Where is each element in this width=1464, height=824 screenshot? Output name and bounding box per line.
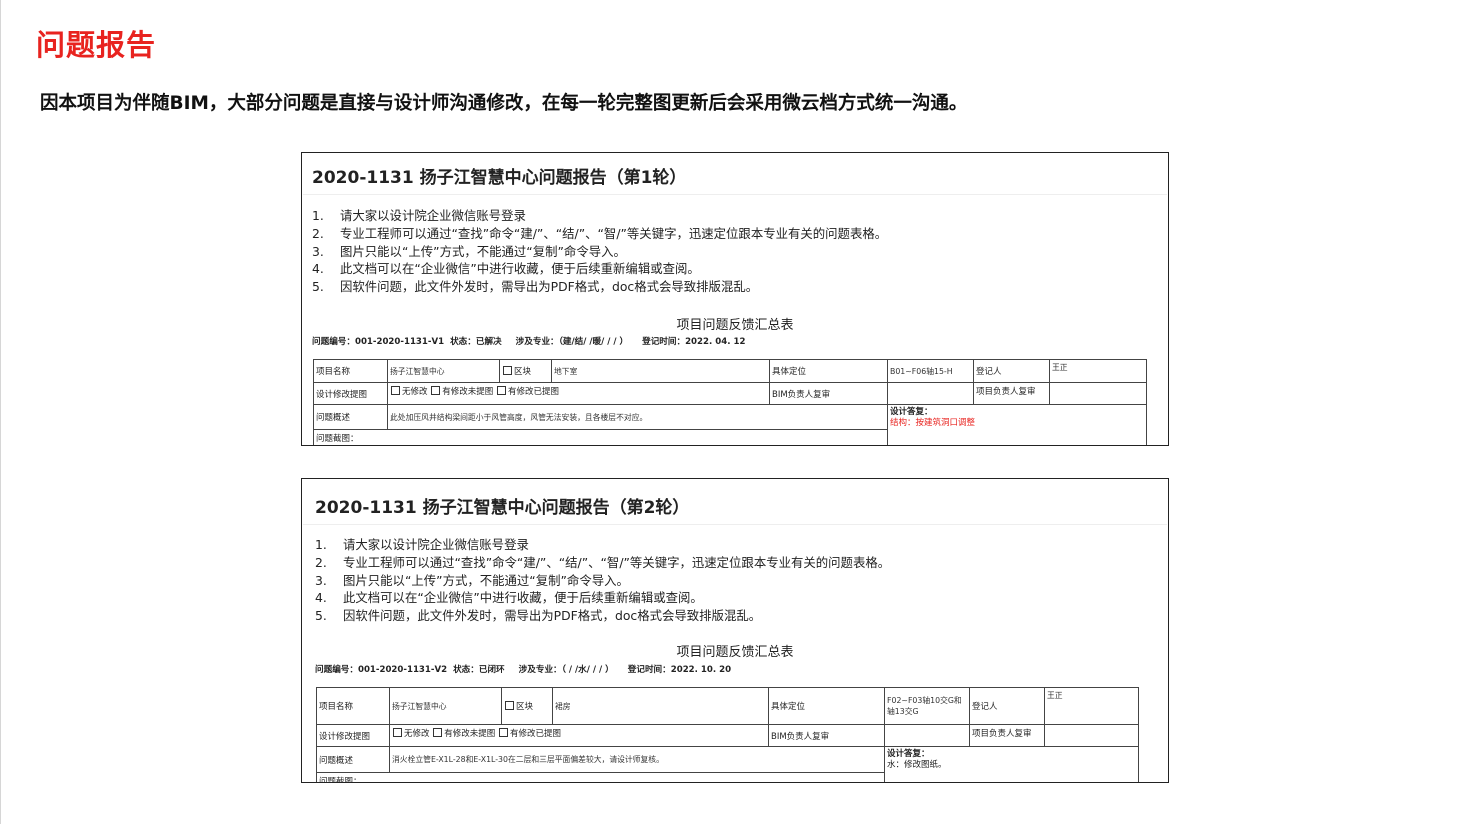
table-row: 设计修改提图 无修改 有修改未提图 有修改已提图 BIM负责人复审 项目负责人复… <box>313 382 1147 405</box>
page-subtitle: 因本项目为伴随BIM，大部分问题是直接与设计师沟通修改，在每一轮完整图更新后会采… <box>40 93 968 114</box>
zone-checkbox-cell[interactable]: 区块 <box>499 359 552 383</box>
report-screenshot-round-1: 2020-1131 扬子江智慧中心问题报告（第1轮） 1. 请大家以设计院企业微信… <box>301 152 1169 446</box>
design-reply-label: 设计答复： <box>890 407 933 417</box>
instruction-item: 3. 图片只能以“上传”方式，不能通过“复制”命令导入。 <box>315 572 629 588</box>
instruction-item: 4. 此文档可以在“企业微信”中进行收藏，便于后续重新编辑或查阅。 <box>315 590 703 606</box>
project-name-label: 项目名称 <box>316 687 390 725</box>
pm-review-value[interactable] <box>1049 382 1147 405</box>
location-label: 具体定位 <box>769 359 888 383</box>
issue-number: 问题编号：001-2020-1131-V2 <box>315 665 448 675</box>
page-title: 问题报告 <box>36 28 157 62</box>
instruction-item: 1. 请大家以设计院企业微信账号登录 <box>312 208 526 223</box>
pm-review-label: 项目负责人复审 <box>969 724 1045 747</box>
table-row: 项目名称 扬子江智慧中心 区块 裙房 具体定位 F02~F03轴10交G和轴13… <box>316 687 1139 725</box>
table-row: 问题概述 消火栓立管E-X1L-28和E-X1L-30在二层和三层平面偏差较大，… <box>316 746 1139 782</box>
report-screenshot-round-2: 2020-1131 扬子江智慧中心问题报告（第2轮） 1. 请大家以设计院企业微信… <box>301 478 1169 783</box>
instruction-list: 1. 请大家以设计院企业微信账号登录 2. 专业工程师可以通过“查找”命令“建/”、… <box>312 207 887 296</box>
instruction-item: 5. 因软件问题，此文件外发时，需导出为PDF格式，doc格式会导致排版混乱。 <box>312 279 759 295</box>
checkbox-icon[interactable] <box>433 728 443 737</box>
issue-table: 项目名称 扬子江智慧中心 区块 裙房 具体定位 F02~F03轴10交G和轴13… <box>316 687 1139 782</box>
design-mod-options[interactable]: 无修改 有修改未提图 有修改已提图 <box>389 724 769 747</box>
design-mod-label: 设计修改提图 <box>316 724 390 747</box>
registrar-label: 登记人 <box>969 687 1045 725</box>
table-row: 项目名称 扬子江智慧中心 区块 地下室 具体定位 B01~F06轴15-H 登记… <box>313 359 1147 383</box>
screenshot-label: 问题截图： <box>313 429 888 445</box>
instruction-item: 4. 此文档可以在“企业微信”中进行收藏，便于后续重新编辑或查阅。 <box>312 261 700 277</box>
issue-meta-line: 问题编号：001-2020-1131-V1 状态：已解决 涉及专业：（建/结/ /暖… <box>312 335 759 347</box>
checkbox-icon[interactable] <box>393 728 402 737</box>
issue-table: 项目名称 扬子江智慧中心 区块 地下室 具体定位 B01~F06轴15-H 登记… <box>313 359 1147 445</box>
location-value[interactable]: B01~F06轴15-H <box>887 359 974 383</box>
registrar-label: 登记人 <box>973 359 1050 383</box>
checkbox-icon[interactable] <box>391 386 400 395</box>
zone-checkbox-cell[interactable]: 区块 <box>501 687 553 725</box>
pm-review-value[interactable] <box>1044 724 1139 747</box>
instruction-item: 2. 专业工程师可以通过“查找”命令“建/”、“结/”、“智/”等关键字，迅速定位… <box>315 554 891 570</box>
registrar-value[interactable]: 王正 <box>1044 687 1139 725</box>
report-title: 2020-1131 扬子江智慧中心问题报告（第1轮） <box>312 168 687 188</box>
summary-value[interactable]: 此处加压风井结构梁间距小于风管高度，风管无法安装，且各楼层不对应。 <box>387 404 888 430</box>
instruction-item: 3. 图片只能以“上传”方式，不能通过“复制”命令导入。 <box>312 243 626 259</box>
left-edge-rule <box>0 0 1 824</box>
issue-discipline: 涉及专业：（建/结/ /暖/ / / ） <box>515 337 629 347</box>
design-mod-options[interactable]: 无修改 有修改未提图 有修改已提图 <box>387 382 770 405</box>
issue-date: 登记时间：2022. 04. 12 <box>642 337 746 347</box>
zone-value[interactable]: 裙房 <box>552 687 769 725</box>
design-reply-cell[interactable]: 设计答复： 结构：按建筑洞口调整 <box>887 404 1147 445</box>
issue-date: 登记时间：2022. 10. 20 <box>627 665 732 675</box>
screenshot-label: 问题截图： <box>316 772 885 782</box>
bim-review-label: BIM负责人复审 <box>768 724 885 747</box>
zone-value[interactable]: 地下室 <box>551 359 770 383</box>
design-mod-label: 设计修改提图 <box>313 382 388 405</box>
design-reply-value[interactable]: 结构：按建筑洞口调整 <box>890 418 975 428</box>
checkbox-icon[interactable] <box>431 386 441 395</box>
project-name-label: 项目名称 <box>313 359 388 383</box>
instruction-item: 5. 因软件问题，此文件外发时，需导出为PDF格式，doc格式会导致排版混乱。 <box>315 608 762 624</box>
summary-table-title: 项目问题反馈汇总表 <box>676 645 794 660</box>
instruction-item: 1. 请大家以设计院企业微信账号登录 <box>315 537 529 552</box>
bim-review-value[interactable] <box>887 382 974 405</box>
design-reply-cell[interactable]: 设计答复： 水：修改图纸。 <box>884 746 1139 782</box>
design-reply-label: 设计答复： <box>887 749 930 759</box>
checkbox-icon[interactable] <box>496 386 506 395</box>
issue-meta-line: 问题编号：001-2020-1131-V2 状态：已闭环 涉及专业：（ / /水/ … <box>315 663 745 675</box>
instruction-item: 2. 专业工程师可以通过“查找”命令“建/”、“结/”、“智/”等关键字，迅速定位… <box>312 225 888 241</box>
summary-value[interactable]: 消火栓立管E-X1L-28和E-X1L-30在二层和三层平面偏差较大，请设计师复… <box>389 746 885 773</box>
bim-review-label: BIM负责人复审 <box>769 382 888 405</box>
issue-status: 状态：已闭环 <box>453 665 505 675</box>
checkbox-icon[interactable] <box>505 701 514 710</box>
table-row: 问题概述 此处加压风井结构梁间距小于风管高度，风管无法安装，且各楼层不对应。 设… <box>313 404 1147 445</box>
design-reply-value[interactable]: 水：修改图纸。 <box>887 760 947 770</box>
summary-table-title: 项目问题反馈汇总表 <box>676 318 794 333</box>
issue-status: 状态：已解决 <box>450 337 502 347</box>
instruction-list: 1. 请大家以设计院企业微信账号登录 2. 专业工程师可以通过“查找”命令“建/”、… <box>315 536 890 625</box>
summary-label: 问题概述 <box>313 404 388 430</box>
location-value[interactable]: F02~F03轴10交G和轴13交G <box>884 687 970 725</box>
location-label: 具体定位 <box>768 687 885 725</box>
report-title: 2020-1131 扬子江智慧中心问题报告（第2轮） <box>315 498 690 518</box>
issue-discipline: 涉及专业：（ / /水/ / / ） <box>518 665 614 675</box>
issue-number: 问题编号：001-2020-1131-V1 <box>312 337 445 347</box>
checkbox-icon[interactable] <box>498 728 508 737</box>
project-name-value[interactable]: 扬子江智慧中心 <box>389 687 502 725</box>
checkbox-icon[interactable] <box>503 366 512 375</box>
bim-review-value[interactable] <box>884 724 970 747</box>
title-divider <box>303 194 1167 195</box>
project-name-value[interactable]: 扬子江智慧中心 <box>387 359 500 383</box>
registrar-value[interactable]: 王正 <box>1049 359 1147 383</box>
table-row: 设计修改提图 无修改 有修改未提图 有修改已提图 BIM负责人复审 项目负责人复… <box>316 724 1139 747</box>
summary-label: 问题概述 <box>316 746 390 773</box>
pm-review-label: 项目负责人复审 <box>973 382 1050 405</box>
title-divider <box>303 524 1167 525</box>
